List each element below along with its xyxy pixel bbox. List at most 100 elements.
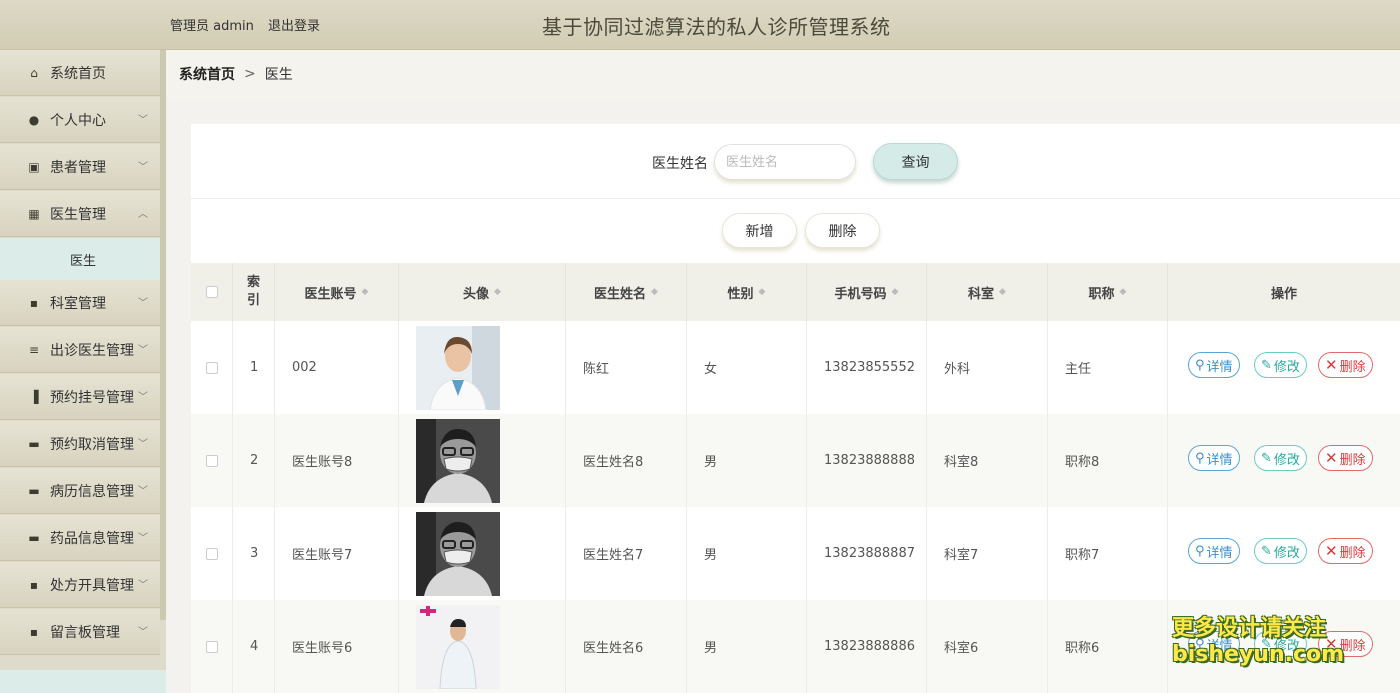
sidebar-item-label: 处方开具管理 bbox=[50, 577, 134, 594]
close-icon: ✕ bbox=[1325, 542, 1338, 560]
breadcrumb-home[interactable]: 系统首页 bbox=[179, 64, 235, 84]
main-content: 医生姓名 查询 新增 删除 索引 医生账号◆ 头像◆ 医生姓名◆ 性别◆ 手机号… bbox=[191, 124, 1400, 693]
ops-cell: ⚲ 详情 ✎ 修改 ✕ 删除 bbox=[1168, 414, 1400, 507]
doctor-avatar-image bbox=[416, 418, 500, 503]
cell-title: 主任 bbox=[1048, 321, 1168, 414]
row-delete-button[interactable]: ✕ 删除 bbox=[1318, 445, 1373, 471]
cell-account: 医生账号6 bbox=[275, 600, 399, 693]
chevron-down-icon: ﹀ bbox=[138, 162, 148, 173]
search-icon: ⚲ bbox=[1195, 450, 1205, 466]
chevron-down-icon: ﹀ bbox=[138, 115, 148, 126]
cell-index: 4 bbox=[233, 600, 275, 693]
logout-link[interactable]: 退出登录 bbox=[268, 19, 320, 34]
sidebar-item-label: 病历信息管理 bbox=[50, 483, 134, 500]
sidebar-item-11[interactable]: ▪ 留言板管理 ﹀ bbox=[0, 609, 160, 655]
sidebar-item-3[interactable]: ▦ 医生管理 ︿ bbox=[0, 191, 160, 237]
row-checkbox-cell bbox=[191, 507, 233, 600]
edit-icon: ✎ bbox=[1261, 543, 1272, 559]
sort-icon[interactable]: ◆ bbox=[892, 287, 899, 297]
row-checkbox[interactable] bbox=[205, 547, 218, 560]
sidebar-item-4[interactable]: ▪ 科室管理 ﹀ bbox=[0, 280, 160, 326]
delete-button[interactable]: 删除 bbox=[805, 213, 880, 248]
sidebar-item-label: 药品信息管理 bbox=[50, 530, 134, 547]
detail-button[interactable]: ⚲ 详情 bbox=[1188, 445, 1240, 471]
sidebar-item-label: 出诊医生管理 bbox=[50, 342, 134, 359]
th-title[interactable]: 职称 ◆ bbox=[1048, 263, 1168, 321]
chevron-down-icon: ﹀ bbox=[138, 580, 148, 591]
edit-button[interactable]: ✎ 修改 bbox=[1254, 538, 1307, 564]
close-icon: ✕ bbox=[1325, 356, 1338, 374]
cell-phone: 13823888887 bbox=[807, 507, 927, 600]
table-row: 3 医生账号7 医生姓名7 男 13823888887 科室7 职称7 ⚲ 详情 ✎ 修改 ✕ 删除 bbox=[191, 507, 1400, 600]
breadcrumb-current: 医生 bbox=[264, 67, 293, 83]
query-button[interactable]: 查询 bbox=[873, 143, 958, 180]
th-gender[interactable]: 性别 ◆ bbox=[687, 263, 807, 321]
book-icon: ▐ bbox=[29, 389, 39, 404]
sidebar: ⌂ 系统首页 ● 个人中心 ﹀ ▣ 患者管理 ﹀ ▦ 医生管理 ︿ 医生 ▪ 科室管理 ﹀ ≡ 出诊医生管理 ﹀ ▐… bbox=[0, 50, 166, 693]
doctor-avatar-image bbox=[416, 325, 500, 410]
sidebar-item-5[interactable]: ≡ 出诊医生管理 ﹀ bbox=[0, 327, 160, 373]
ops-cell: ⚲ 详情 ✎ 修改 ✕ 删除 bbox=[1168, 321, 1400, 414]
cell-dept: 科室6 bbox=[927, 600, 1048, 693]
select-all-checkbox-cell[interactable] bbox=[191, 263, 233, 321]
cell-index: 3 bbox=[233, 507, 275, 600]
sidebar-item-6[interactable]: ▐ 预约挂号管理 ﹀ bbox=[0, 374, 160, 420]
th-name[interactable]: 医生姓名 ◆ bbox=[566, 263, 687, 321]
th-index: 索引 bbox=[233, 263, 275, 321]
chevron-down-icon: ﹀ bbox=[138, 439, 148, 450]
sort-icon[interactable]: ◆ bbox=[1120, 287, 1127, 297]
sidebar-item-7[interactable]: ▬ 预约取消管理 ﹀ bbox=[0, 421, 160, 467]
folder-icon: ▬ bbox=[28, 483, 40, 498]
sort-icon[interactable]: ◆ bbox=[759, 287, 766, 297]
sidebar-item-8[interactable]: ▬ 病历信息管理 ﹀ bbox=[0, 468, 160, 514]
cell-gender: 男 bbox=[687, 507, 807, 600]
sort-icon[interactable]: ◆ bbox=[651, 287, 658, 297]
grid-icon: ▦ bbox=[28, 206, 40, 221]
sidebar-item-0[interactable]: ⌂ 系统首页 bbox=[0, 50, 160, 96]
sidebar-item-label: 医生管理 bbox=[50, 206, 106, 223]
sidebar-item-label: 留言板管理 bbox=[50, 624, 120, 641]
submenu-item-doctor[interactable]: 医生 bbox=[0, 238, 166, 280]
detail-button[interactable]: ⚲ 详情 bbox=[1188, 538, 1240, 564]
th-avatar[interactable]: 头像 ◆ bbox=[399, 263, 566, 321]
chevron-up-icon: ︿ bbox=[138, 209, 148, 220]
cell-dept: 科室8 bbox=[927, 414, 1048, 507]
sidebar-item-label: 预约挂号管理 bbox=[50, 389, 134, 406]
sidebar-item-label: 科室管理 bbox=[50, 295, 106, 312]
edit-button[interactable]: ✎ 修改 bbox=[1254, 445, 1307, 471]
row-delete-button[interactable]: ✕ 删除 bbox=[1318, 538, 1373, 564]
th-dept[interactable]: 科室 ◆ bbox=[927, 263, 1048, 321]
cell-gender: 女 bbox=[687, 321, 807, 414]
select-all-checkbox[interactable] bbox=[205, 286, 218, 298]
sidebar-item-9[interactable]: ▬ 药品信息管理 ﹀ bbox=[0, 515, 160, 561]
edit-button[interactable]: ✎ 修改 bbox=[1254, 352, 1307, 378]
th-phone[interactable]: 手机号码 ◆ bbox=[807, 263, 927, 321]
chevron-down-icon: ﹀ bbox=[138, 486, 148, 497]
row-delete-button[interactable]: ✕ 删除 bbox=[1318, 352, 1373, 378]
sidebar-item-1[interactable]: ● 个人中心 ﹀ bbox=[0, 97, 160, 143]
apps-icon: ▪ bbox=[29, 295, 39, 310]
apps-icon: ▪ bbox=[29, 624, 39, 639]
sort-icon[interactable]: ◆ bbox=[362, 287, 369, 297]
sidebar-item-label: 患者管理 bbox=[50, 159, 106, 176]
cell-account: 医生账号8 bbox=[275, 414, 399, 507]
sidebar-scrollbar[interactable] bbox=[160, 50, 166, 620]
top-header: 管理员 admin 退出登录 基于协同过滤算法的私人诊所管理系统 bbox=[0, 0, 1400, 50]
cell-index: 2 bbox=[233, 414, 275, 507]
detail-button[interactable]: ⚲ 详情 bbox=[1188, 352, 1240, 378]
row-checkbox[interactable] bbox=[205, 454, 218, 467]
edit-icon: ✎ bbox=[1261, 450, 1272, 466]
sort-icon[interactable]: ◆ bbox=[999, 287, 1006, 297]
table-header: 索引 医生账号 ◆ 头像 ◆ 医生姓名 ◆ 性别 ◆ 手机号码 ◆ 科室 ◆ 职称 ◆ 操作 bbox=[191, 263, 1400, 321]
doctor-name-search-input[interactable] bbox=[714, 144, 856, 180]
cell-name: 医生姓名6 bbox=[566, 600, 687, 693]
add-button[interactable]: 新增 bbox=[722, 213, 797, 248]
row-checkbox[interactable] bbox=[205, 361, 218, 374]
th-account[interactable]: 医生账号 ◆ bbox=[275, 263, 399, 321]
sort-icon[interactable]: ◆ bbox=[494, 287, 501, 297]
chevron-down-icon: ﹀ bbox=[138, 298, 148, 309]
sidebar-item-2[interactable]: ▣ 患者管理 ﹀ bbox=[0, 144, 160, 190]
sidebar-item-10[interactable]: ▪ 处方开具管理 ﹀ bbox=[0, 562, 160, 608]
cell-title: 职称6 bbox=[1048, 600, 1168, 693]
row-checkbox[interactable] bbox=[205, 640, 218, 653]
